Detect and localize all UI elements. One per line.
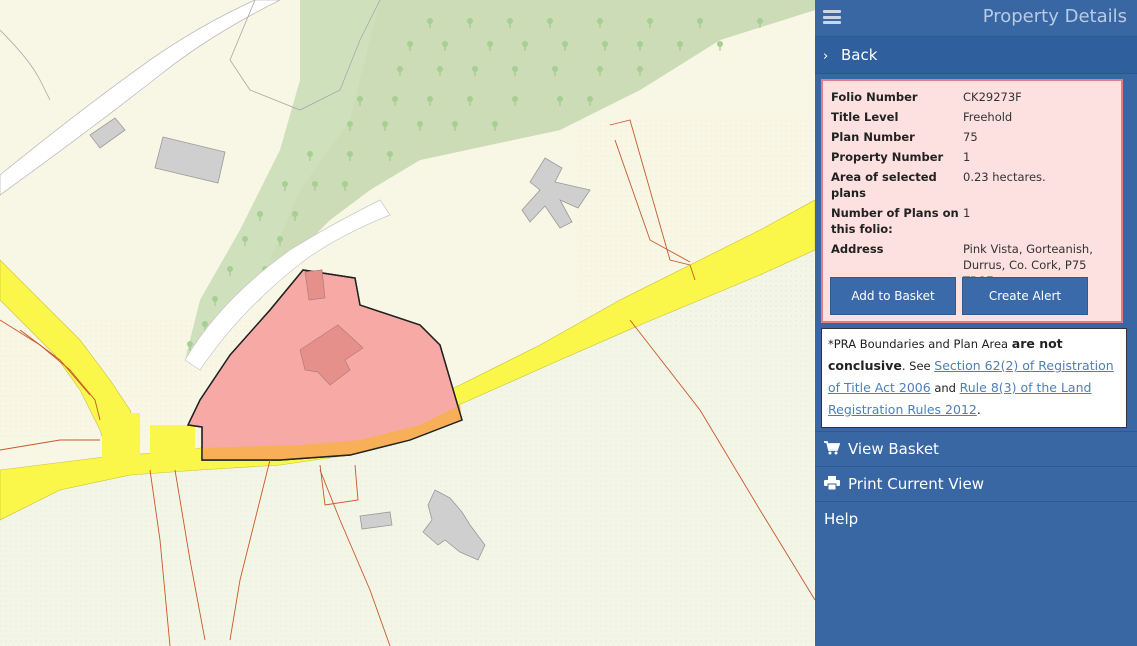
help-button[interactable]: Help — [815, 501, 1137, 535]
detail-label: Title Level — [831, 110, 899, 124]
detail-label: Number of Plans on this folio: — [831, 206, 959, 236]
help-label: Help — [824, 510, 859, 528]
notice-see: . See — [901, 359, 935, 373]
boundaries-notice: *PRA Boundaries and Plan Area are not co… — [821, 328, 1127, 428]
notice-and: and — [930, 381, 960, 395]
detail-value: Freehold — [963, 110, 1013, 124]
detail-label: Area of selected plans — [831, 170, 937, 200]
add-to-basket-button[interactable]: Add to Basket — [830, 277, 956, 315]
property-details-card: Folio Number CK29273F Title Level Freeho… — [821, 79, 1123, 323]
detail-label: Property Number — [831, 150, 944, 164]
print-current-view-label: Print Current View — [848, 475, 984, 493]
map-canvas[interactable] — [0, 0, 815, 646]
menu-icon[interactable] — [823, 10, 841, 24]
view-basket-label: View Basket — [848, 440, 939, 458]
detail-value: CK29273F — [963, 90, 1022, 104]
create-alert-button[interactable]: Create Alert — [962, 277, 1088, 315]
detail-row-title-level: Title Level Freehold — [831, 109, 1117, 129]
detail-value: 0.23 hectares. — [963, 170, 1046, 184]
print-icon — [824, 468, 840, 502]
view-basket-button[interactable]: View Basket — [815, 431, 1137, 465]
detail-row-plan-number: Plan Number 75 — [831, 129, 1117, 149]
detail-label: Plan Number — [831, 130, 915, 144]
back-button[interactable]: › Back — [815, 37, 1137, 74]
detail-row-number-of-plans: Number of Plans on this folio: 1 — [831, 205, 1117, 241]
detail-value: 1 — [963, 150, 971, 164]
panel-header: Property Details — [815, 0, 1137, 37]
detail-value: 1 — [963, 206, 971, 220]
chevron-right-icon: › — [823, 49, 829, 64]
notice-end: . — [976, 402, 981, 417]
print-current-view-button[interactable]: Print Current View — [815, 466, 1137, 500]
cart-icon — [824, 433, 841, 467]
property-details-panel: Property Details › Back Folio Number CK29… — [815, 0, 1137, 646]
detail-row-property-number: Property Number 1 — [831, 149, 1117, 169]
panel-title: Property Details — [982, 6, 1127, 27]
detail-row-folio-number: Folio Number CK29273F — [831, 89, 1117, 109]
detail-row-area: Area of selected plans 0.23 hectares. — [831, 169, 1117, 205]
details-table: Folio Number CK29273F Title Level Freeho… — [831, 89, 1117, 293]
notice-prefix: *PRA Boundaries and Plan Area — [828, 337, 1012, 351]
detail-value: 75 — [963, 130, 978, 144]
map-layer — [0, 0, 815, 646]
back-label: Back — [841, 46, 878, 64]
detail-label: Folio Number — [831, 90, 918, 104]
